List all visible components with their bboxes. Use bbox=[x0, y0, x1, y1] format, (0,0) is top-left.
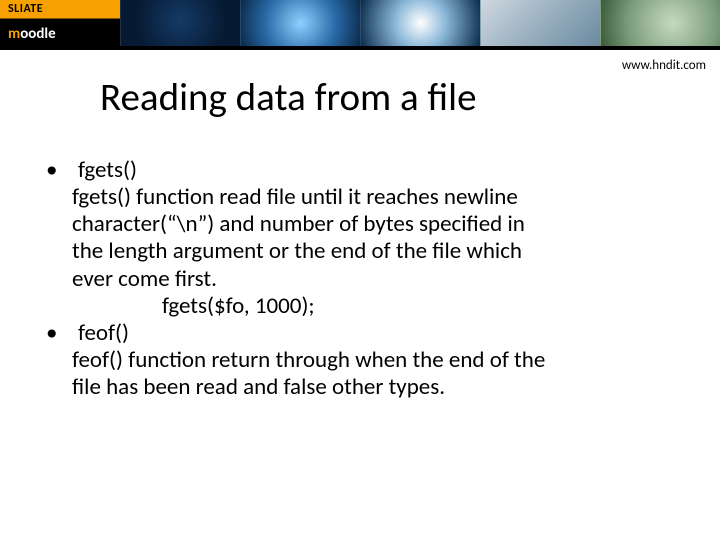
bullet-text: feof() bbox=[78, 319, 129, 347]
logo-top-text: SLIATE bbox=[8, 2, 43, 16]
bullet-marker: • bbox=[42, 320, 78, 347]
banner-image bbox=[600, 0, 720, 46]
logo-bottom-text: moodle bbox=[8, 25, 56, 43]
banner-image-strip bbox=[120, 0, 720, 46]
header-banner: SLIATE moodle bbox=[0, 0, 720, 50]
banner-image bbox=[240, 0, 360, 46]
slide-title: Reading data from a file bbox=[100, 74, 720, 121]
bullet-marker: • bbox=[42, 157, 78, 184]
body-line: the length argument or the end of the fi… bbox=[42, 238, 678, 265]
banner-image bbox=[120, 0, 240, 46]
banner-image bbox=[360, 0, 480, 46]
bullet-item: •fgets() bbox=[42, 157, 678, 184]
code-line: fgets($fo, 1000); bbox=[42, 293, 678, 320]
bullet-item: •feof() bbox=[42, 320, 678, 347]
logo-block: SLIATE moodle bbox=[0, 0, 120, 46]
body-line: character(“\n”) and number of bytes spec… bbox=[42, 211, 678, 238]
banner-image bbox=[480, 0, 600, 46]
source-url: www.hndit.com bbox=[622, 58, 706, 73]
body-line: ever come first. bbox=[42, 266, 678, 293]
slide-body: •fgets() fgets() function read file unti… bbox=[42, 157, 678, 401]
body-line: feof() function return through when the … bbox=[42, 347, 678, 374]
bullet-text: fgets() bbox=[78, 156, 137, 184]
body-line: fgets() function read file until it reac… bbox=[42, 184, 678, 211]
body-line: file has been read and false other types… bbox=[42, 374, 678, 401]
